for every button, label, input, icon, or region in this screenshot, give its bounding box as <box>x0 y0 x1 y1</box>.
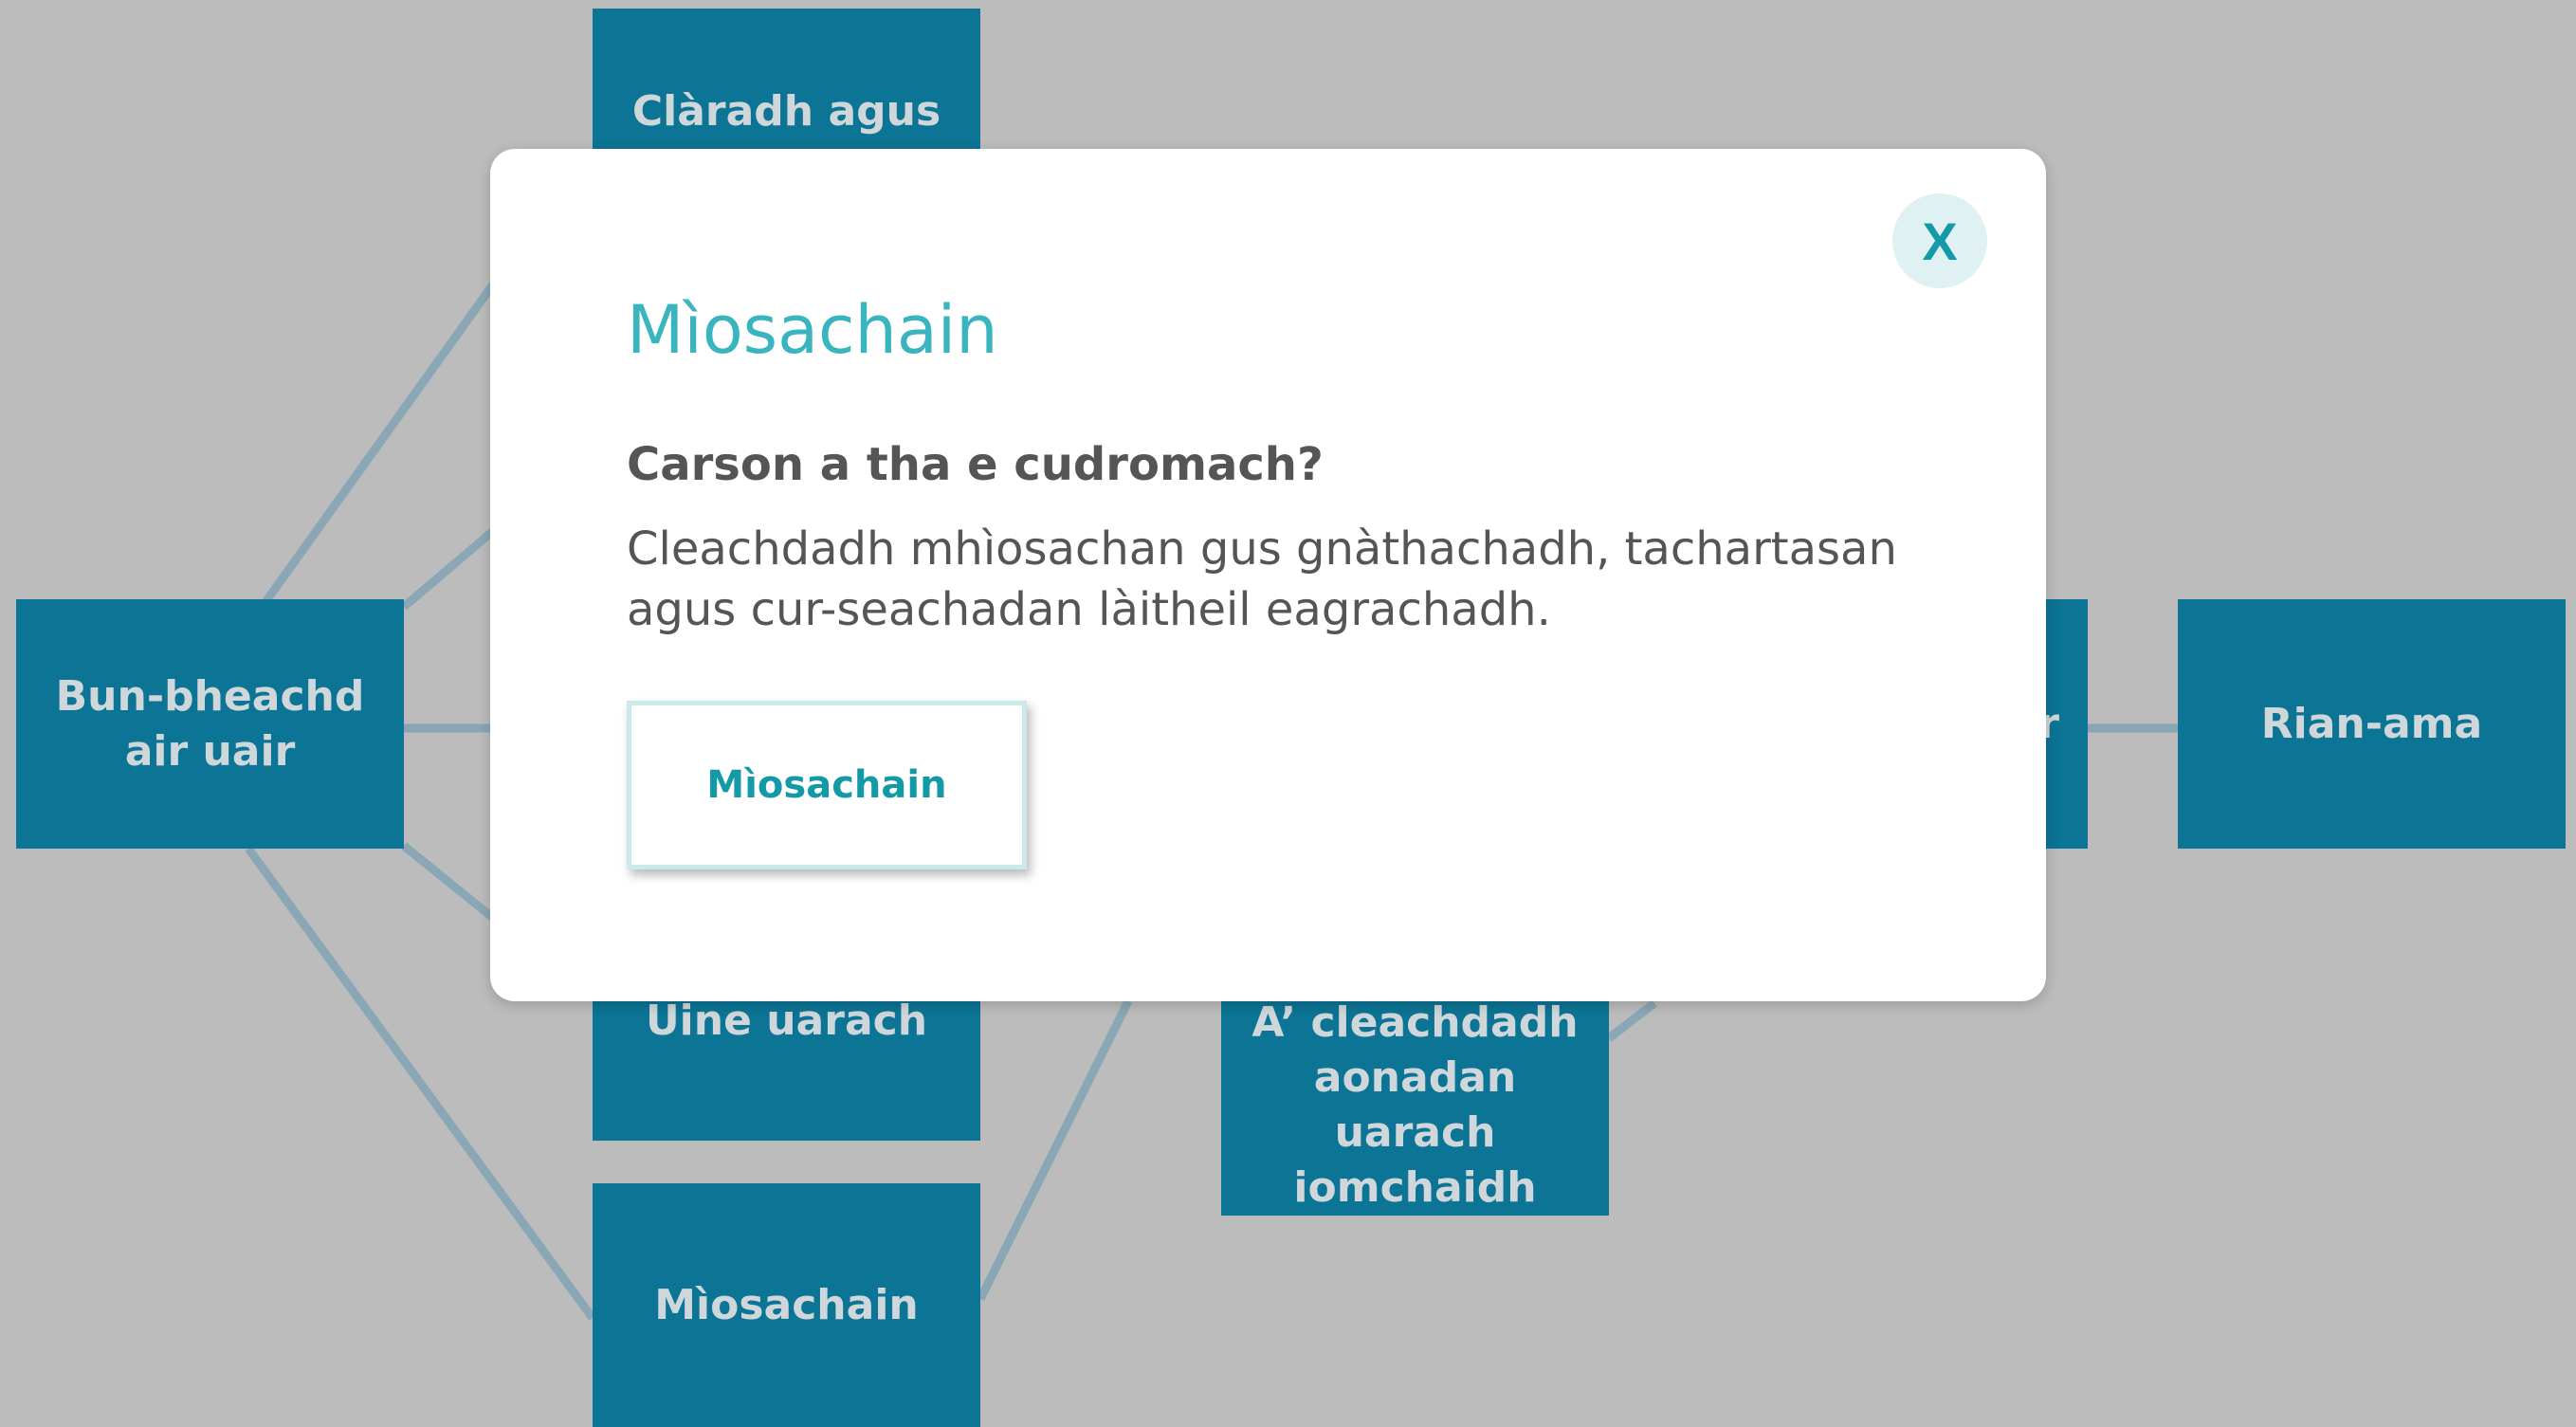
node-uine-uarach-label: Ùine uarach <box>645 997 928 1045</box>
node-bun-bheachd[interactable]: Bun-bheachd air uair <box>16 599 404 849</box>
link-mios-cleach <box>976 998 1133 1302</box>
node-rian-ama[interactable]: Rian-ama <box>2178 599 2566 849</box>
modal-title: Mìosachain <box>627 291 998 369</box>
node-rian-ama-label: Rian-ama <box>2260 699 2483 748</box>
node-claradh-label: Clàradh agus <box>631 87 941 136</box>
link-bun-upper <box>401 527 496 611</box>
node-cleachdadh-line3: iomchaidh <box>1293 1163 1537 1212</box>
node-cleachdadh[interactable]: A’ cleachdadh aonadan uarach iomchaidh <box>1221 996 1609 1216</box>
miosachain-button[interactable]: Mìosachain <box>627 701 1027 869</box>
link-bun-lower <box>401 842 496 922</box>
node-cleachdadh-line1: A’ cleachdadh <box>1251 998 1579 1047</box>
node-cleachdadh-label: A’ cleachdadh aonadan uarach iomchaidh <box>1240 996 1590 1216</box>
node-miosachain[interactable]: Mìosachain <box>593 1183 980 1427</box>
concept-map: Clàradh agus Bun-bheachd air uair ar Ria… <box>0 0 2576 1427</box>
node-miosachain-label: Mìosachain <box>654 1280 919 1329</box>
node-bun-bheachd-line1: Bun-bheachd <box>55 671 365 721</box>
info-modal: X Mìosachain Carson a tha e cudromach? C… <box>490 149 2046 1001</box>
node-bun-bheachd-line2: air uair <box>124 726 296 776</box>
node-bun-bheachd-label: Bun-bheachd air uair <box>56 669 365 779</box>
modal-body-text: Cleachdadh mhìosachan gus gnàthachadh, t… <box>627 522 1897 636</box>
node-cleachdadh-line2: aonadan uarach <box>1313 1053 1517 1157</box>
close-button[interactable]: X <box>1892 193 1987 288</box>
modal-subtitle: Carson a tha e cudromach? <box>627 438 1324 491</box>
link-cleach-right <box>1606 999 1657 1042</box>
